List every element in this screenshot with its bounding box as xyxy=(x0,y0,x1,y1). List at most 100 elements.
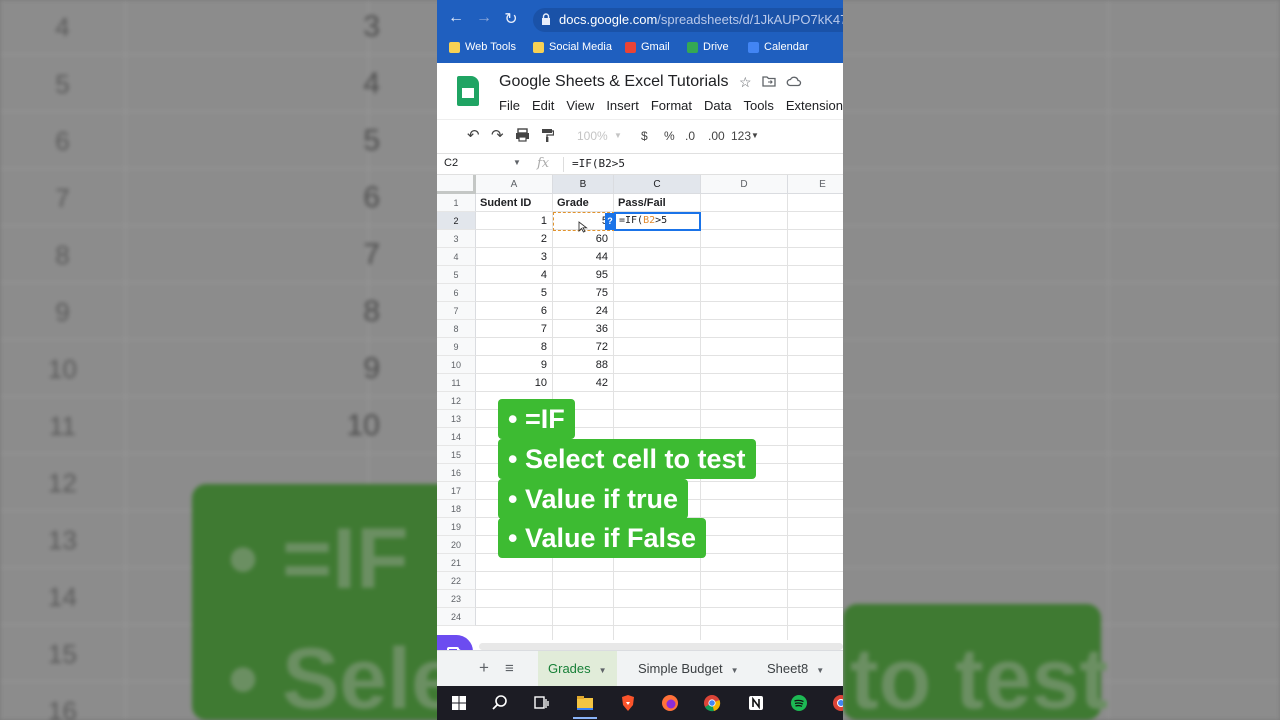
tab-menu-chevron-icon[interactable]: ▼ xyxy=(599,666,607,675)
tab-menu-chevron-icon[interactable]: ▼ xyxy=(731,666,739,675)
grade-cell[interactable]: 75 xyxy=(553,284,614,302)
currency-format-button[interactable]: $ xyxy=(641,129,648,143)
select-all-corner[interactable] xyxy=(437,175,476,194)
menu-extensions[interactable]: Extensions xyxy=(786,98,843,113)
name-box-dropdown-icon[interactable]: ▼ xyxy=(513,158,521,167)
spotify-icon[interactable] xyxy=(789,693,809,713)
row-header-6[interactable]: 6 xyxy=(437,284,476,302)
menu-data[interactable]: Data xyxy=(704,98,731,113)
student-id-cell[interactable]: 9 xyxy=(476,356,553,374)
row-header-8[interactable]: 8 xyxy=(437,320,476,338)
header-cell-c[interactable]: Pass/Fail xyxy=(614,194,701,212)
paint-format-icon[interactable] xyxy=(541,128,555,145)
bookmark-calendar[interactable]: Calendar xyxy=(748,41,809,53)
row-header-2[interactable]: 2 xyxy=(437,212,476,230)
column-header-b[interactable]: B xyxy=(553,175,614,194)
name-box[interactable]: C2 xyxy=(444,157,458,169)
row-header-14[interactable]: 14 xyxy=(437,428,476,446)
row-header-1[interactable]: 1 xyxy=(437,194,476,212)
row-header-21[interactable]: 21 xyxy=(437,554,476,572)
search-icon[interactable] xyxy=(490,693,510,713)
menu-view[interactable]: View xyxy=(566,98,594,113)
row-header-10[interactable]: 10 xyxy=(437,356,476,374)
grade-cell[interactable]: 42 xyxy=(553,374,614,392)
grade-cell[interactable]: 88 xyxy=(553,356,614,374)
menu-format[interactable]: Format xyxy=(651,98,692,113)
windows-start-icon[interactable] xyxy=(449,693,469,713)
column-header-e[interactable]: E xyxy=(788,175,843,194)
task-view-icon[interactable] xyxy=(531,693,551,713)
row-header-23[interactable]: 23 xyxy=(437,590,476,608)
more-formats-dropdown-icon[interactable]: ▼ xyxy=(751,131,759,140)
redo-icon[interactable]: ↷ xyxy=(491,126,504,144)
row-header-4[interactable]: 4 xyxy=(437,248,476,266)
grade-cell[interactable]: 24 xyxy=(553,302,614,320)
student-id-cell[interactable]: 3 xyxy=(476,248,553,266)
brave-icon[interactable] xyxy=(618,693,638,713)
formula-input[interactable]: =IF(B2>5 xyxy=(572,157,625,170)
menu-edit[interactable]: Edit xyxy=(532,98,554,113)
forward-arrow-icon[interactable]: → xyxy=(474,9,494,27)
row-header-16[interactable]: 16 xyxy=(437,464,476,482)
sheets-logo-icon[interactable] xyxy=(457,76,479,106)
formula-help-chip[interactable]: ? xyxy=(605,213,615,230)
chrome-profile-icon[interactable] xyxy=(831,693,843,713)
student-id-cell[interactable]: 8 xyxy=(476,338,553,356)
student-id-cell[interactable]: 7 xyxy=(476,320,553,338)
star-icon[interactable]: ☆ xyxy=(739,74,752,91)
grade-cell[interactable]: 95 xyxy=(553,266,614,284)
tab-simple-budget[interactable]: Simple Budget ▼ xyxy=(628,651,748,687)
row-header-11[interactable]: 11 xyxy=(437,374,476,392)
menu-tools[interactable]: Tools xyxy=(743,98,773,113)
row-header-15[interactable]: 15 xyxy=(437,446,476,464)
row-header-3[interactable]: 3 xyxy=(437,230,476,248)
menu-file[interactable]: File xyxy=(499,98,520,113)
column-header-d[interactable]: D xyxy=(701,175,788,194)
grade-cell[interactable]: 44 xyxy=(553,248,614,266)
column-header-c[interactable]: C xyxy=(614,175,701,194)
add-sheet-icon[interactable]: + xyxy=(479,658,489,678)
document-title[interactable]: Google Sheets & Excel Tutorials xyxy=(499,73,728,91)
header-cell-b[interactable]: Grade xyxy=(553,194,614,212)
grade-cell[interactable]: 36 xyxy=(553,320,614,338)
address-bar[interactable]: docs.google.com/spreadsheets/d/1JkAUPO7k… xyxy=(533,8,843,32)
decrease-decimal-button[interactable]: .0 xyxy=(685,129,695,143)
print-icon[interactable] xyxy=(515,128,530,145)
bookmark-gmail[interactable]: Gmail xyxy=(625,41,670,53)
row-header-9[interactable]: 9 xyxy=(437,338,476,356)
row-header-17[interactable]: 17 xyxy=(437,482,476,500)
grade-cell[interactable]: 72 xyxy=(553,338,614,356)
column-header-a[interactable]: A xyxy=(476,175,553,194)
zoom-dropdown-icon[interactable]: ▼ xyxy=(614,131,622,140)
all-sheets-icon[interactable]: ≡ xyxy=(505,660,514,677)
chrome-icon[interactable] xyxy=(702,693,722,713)
more-formats-button[interactable]: 123 xyxy=(731,129,751,143)
active-cell-editor[interactable]: =IF(B2>5 xyxy=(614,212,701,231)
row-header-22[interactable]: 22 xyxy=(437,572,476,590)
student-id-cell[interactable]: 6 xyxy=(476,302,553,320)
row-header-18[interactable]: 18 xyxy=(437,500,476,518)
file-explorer-icon[interactable] xyxy=(575,693,595,713)
tab-menu-chevron-icon[interactable]: ▼ xyxy=(816,666,824,675)
row-header-20[interactable]: 20 xyxy=(437,536,476,554)
back-arrow-icon[interactable]: ← xyxy=(446,9,466,27)
notion-icon[interactable] xyxy=(746,693,766,713)
firefox-icon[interactable] xyxy=(660,693,680,713)
move-folder-icon[interactable] xyxy=(761,74,776,91)
row-header-13[interactable]: 13 xyxy=(437,410,476,428)
row-header-12[interactable]: 12 xyxy=(437,392,476,410)
bookmark-web-tools[interactable]: Web Tools xyxy=(449,41,516,53)
row-header-19[interactable]: 19 xyxy=(437,518,476,536)
increase-decimal-button[interactable]: .00 xyxy=(708,129,725,143)
bookmark-drive[interactable]: Drive xyxy=(687,41,729,53)
student-id-cell[interactable]: 2 xyxy=(476,230,553,248)
cloud-status-icon[interactable] xyxy=(786,74,802,91)
reload-icon[interactable]: ↻ xyxy=(501,9,521,29)
horizontal-scrollbar[interactable] xyxy=(479,643,843,650)
percent-format-button[interactable]: % xyxy=(664,129,675,143)
tab-grades[interactable]: Grades ▼ xyxy=(538,651,617,687)
bookmark-social-media[interactable]: Social Media xyxy=(533,41,612,53)
student-id-cell[interactable]: 4 xyxy=(476,266,553,284)
student-id-cell[interactable]: 5 xyxy=(476,284,553,302)
tab-sheet8[interactable]: Sheet8 ▼ xyxy=(757,651,834,687)
